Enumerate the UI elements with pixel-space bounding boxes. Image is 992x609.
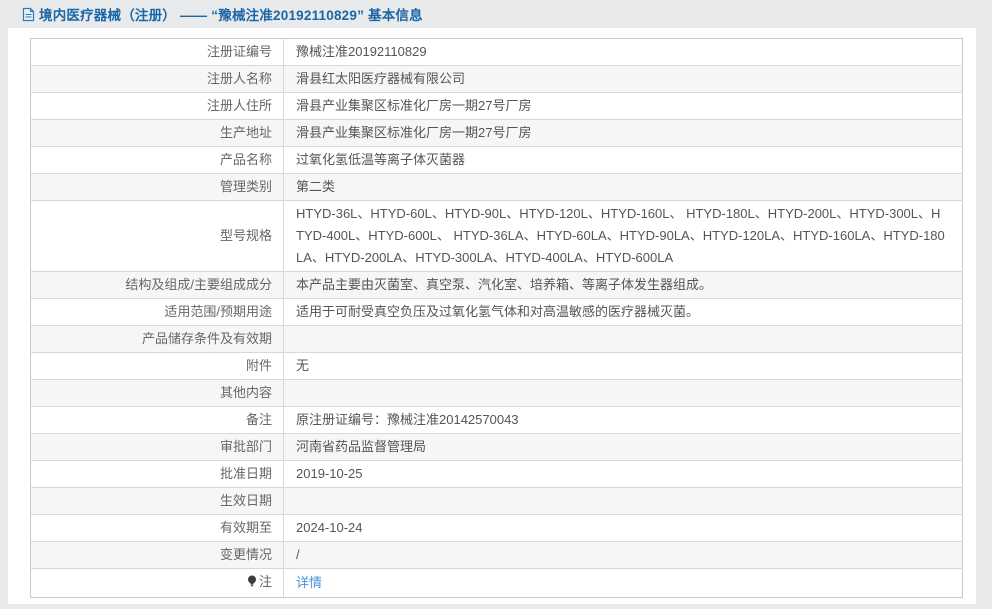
lightbulb-icon xyxy=(247,573,257,595)
field-value: 2024-10-24 xyxy=(296,520,363,535)
field-value: 滑县红太阳医疗器械有限公司 xyxy=(296,71,466,86)
field-value: 适用于可耐受真空负压及过氧化氢气体和对高温敏感的医疗器械灭菌。 xyxy=(296,304,700,319)
field-value: HTYD-36L、HTYD-60L、HTYD-90L、HTYD-120L、HTY… xyxy=(296,206,945,265)
table-row: 附件 无 xyxy=(30,352,963,380)
field-value: 豫械注准20192110829 xyxy=(296,44,427,59)
table-row: 其他内容 xyxy=(30,379,963,407)
table-row: 生效日期 xyxy=(30,487,963,515)
table-row: 注 详情 xyxy=(30,568,963,598)
field-label: 备注 xyxy=(30,406,284,434)
page-title: 境内医疗器械（注册） —— “豫械注准20192110829” 基本信息 xyxy=(39,8,423,23)
field-value: 河南省药品监督管理局 xyxy=(296,439,427,454)
field-value xyxy=(284,488,963,515)
field-label: 注册证编号 xyxy=(30,38,284,66)
table-row: 有效期至 2024-10-24 xyxy=(30,514,963,542)
field-label: 批准日期 xyxy=(30,460,284,488)
field-label: 型号规格 xyxy=(30,200,284,272)
content-panel: 注册证编号 豫械注准20192110829 注册人名称 滑县红太阳医疗器械有限公… xyxy=(8,28,976,604)
field-label-note: 注 xyxy=(30,568,284,598)
field-value: 过氧化氢低温等离子体灭菌器 xyxy=(296,152,466,167)
table-row: 产品名称 过氧化氢低温等离子体灭菌器 xyxy=(30,146,963,174)
table-row: 管理类别 第二类 xyxy=(30,173,963,201)
table-row: 备注 原注册证编号：豫械注准20142570043 xyxy=(30,406,963,434)
table-row: 生产地址 滑县产业集聚区标准化厂房一期27号厂房 xyxy=(30,119,963,147)
table-row: 适用范围/预期用途 适用于可耐受真空负压及过氧化氢气体和对高温敏感的医疗器械灭菌… xyxy=(30,298,963,326)
table-row: 注册人名称 滑县红太阳医疗器械有限公司 xyxy=(30,65,963,93)
table-row: 注册证编号 豫械注准20192110829 xyxy=(30,38,963,66)
table-row: 注册人住所 滑县产业集聚区标准化厂房一期27号厂房 xyxy=(30,92,963,120)
table-row: 批准日期 2019-10-25 xyxy=(30,460,963,488)
details-link[interactable]: 详情 xyxy=(296,575,322,590)
field-value: 原注册证编号：豫械注准20142570043 xyxy=(296,412,519,427)
field-value: 2019-10-25 xyxy=(296,466,363,481)
field-label: 生效日期 xyxy=(30,487,284,515)
field-value: 无 xyxy=(296,358,310,373)
field-value: 第二类 xyxy=(296,179,336,194)
field-label: 注册人住所 xyxy=(30,92,284,120)
field-value: 滑县产业集聚区标准化厂房一期27号厂房 xyxy=(296,98,532,113)
field-label: 有效期至 xyxy=(30,514,284,542)
field-label: 附件 xyxy=(30,352,284,380)
field-value xyxy=(284,380,963,407)
table-row: 审批部门 河南省药品监督管理局 xyxy=(30,433,963,461)
table-row: 型号规格 HTYD-36L、HTYD-60L、HTYD-90L、HTYD-120… xyxy=(30,200,963,272)
field-label: 变更情况 xyxy=(30,541,284,569)
field-label: 生产地址 xyxy=(30,119,284,147)
table-row: 变更情况 / xyxy=(30,541,963,569)
field-label: 适用范围/预期用途 xyxy=(30,298,284,326)
field-value: 本产品主要由灭菌室、真空泵、汽化室、培养箱、等离子体发生器组成。 xyxy=(296,277,713,292)
field-label: 结构及组成/主要组成成分 xyxy=(30,271,284,299)
field-label: 产品名称 xyxy=(30,146,284,174)
table-row: 结构及组成/主要组成成分 本产品主要由灭菌室、真空泵、汽化室、培养箱、等离子体发… xyxy=(30,271,963,299)
field-label: 其他内容 xyxy=(30,379,284,407)
field-value: / xyxy=(296,547,300,562)
field-label: 产品储存条件及有效期 xyxy=(30,325,284,353)
field-label: 注册人名称 xyxy=(30,65,284,93)
field-label: 管理类别 xyxy=(30,173,284,201)
field-label-text: 注 xyxy=(258,574,272,589)
field-value: 滑县产业集聚区标准化厂房一期27号厂房 xyxy=(296,125,532,140)
field-value: 详情 xyxy=(284,569,963,598)
field-value xyxy=(284,326,963,353)
title-bar: 境内医疗器械（注册） —— “豫械注准20192110829” 基本信息 xyxy=(0,0,992,28)
registration-info-table: 注册证编号 豫械注准20192110829 注册人名称 滑县红太阳医疗器械有限公… xyxy=(30,38,963,598)
document-icon xyxy=(22,7,35,22)
field-label: 审批部门 xyxy=(30,433,284,461)
table-row: 产品储存条件及有效期 xyxy=(30,325,963,353)
